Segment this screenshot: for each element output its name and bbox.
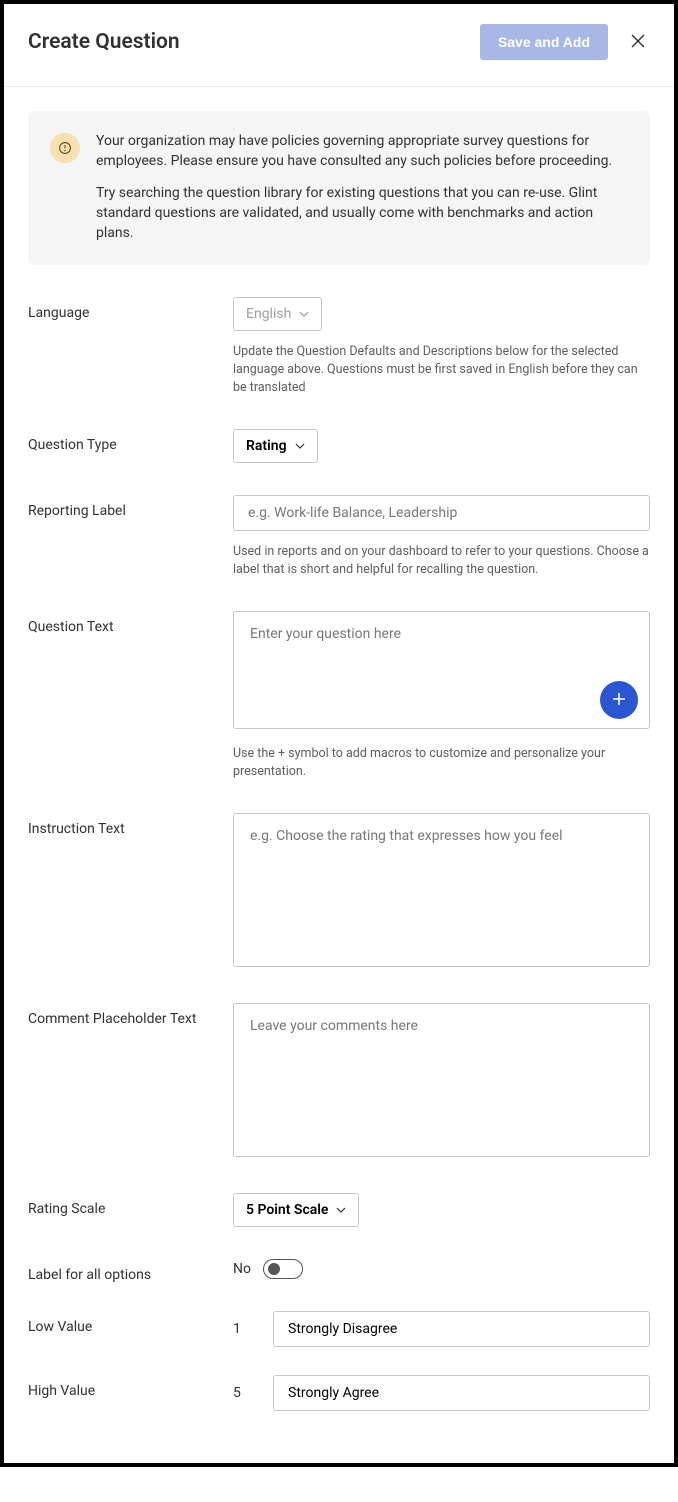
language-dropdown[interactable]: English [233, 297, 322, 331]
warning-icon [50, 133, 80, 163]
high-value-number: 5 [233, 1385, 245, 1401]
toggle-state-text: No [233, 1261, 251, 1277]
low-value-input[interactable] [273, 1311, 650, 1347]
label-low-value: Low Value [28, 1311, 233, 1335]
reporting-label-helper: Used in reports and on your dashboard to… [233, 543, 650, 579]
row-label-all-options: Label for all options No [28, 1259, 650, 1283]
label-language: Language [28, 297, 233, 321]
high-value-input[interactable] [273, 1375, 650, 1411]
label-rating-scale: Rating Scale [28, 1193, 233, 1217]
row-question-type: Question Type Rating [28, 429, 650, 463]
plus-icon [611, 691, 627, 710]
label-high-value: High Value [28, 1375, 233, 1399]
toggle-knob [268, 1263, 280, 1275]
dialog-header: Create Question Save and Add [4, 4, 674, 80]
question-text-helper: Use the + symbol to add macros to custom… [233, 745, 650, 781]
save-and-add-button[interactable]: Save and Add [480, 24, 608, 60]
row-high-value: High Value 5 [28, 1375, 650, 1411]
dialog-content: Your organization may have policies gove… [4, 87, 674, 1463]
label-question-type: Question Type [28, 429, 233, 453]
comment-placeholder-input[interactable] [233, 1003, 650, 1157]
row-rating-scale: Rating Scale 5 Point Scale [28, 1193, 650, 1227]
label-comment-placeholder: Comment Placeholder Text [28, 1003, 233, 1027]
notice-paragraph-2: Try searching the question library for e… [96, 183, 628, 243]
rating-scale-value: 5 Point Scale [246, 1202, 328, 1218]
question-text-input[interactable] [233, 611, 650, 729]
chevron-down-icon [336, 1205, 346, 1215]
row-instruction-text: Instruction Text [28, 813, 650, 971]
label-question-text: Question Text [28, 611, 233, 635]
instruction-text-input[interactable] [233, 813, 650, 967]
row-comment-placeholder: Comment Placeholder Text [28, 1003, 650, 1161]
notice-paragraph-1: Your organization may have policies gove… [96, 131, 628, 171]
row-low-value: Low Value 1 [28, 1311, 650, 1347]
language-helper: Update the Question Defaults and Descrip… [233, 343, 650, 397]
label-reporting-label: Reporting Label [28, 495, 233, 519]
language-value: English [246, 306, 291, 322]
notice-text: Your organization may have policies gove… [96, 131, 628, 243]
reporting-label-input[interactable] [233, 495, 650, 531]
question-type-dropdown[interactable]: Rating [233, 429, 318, 463]
question-type-value: Rating [246, 438, 287, 454]
low-value-number: 1 [233, 1321, 245, 1337]
row-question-text: Question Text Use the + symbol to add ma… [28, 611, 650, 781]
label-instruction-text: Instruction Text [28, 813, 233, 837]
close-icon [630, 33, 646, 52]
row-language: Language English Update the Question Def… [28, 297, 650, 397]
info-notice: Your organization may have policies gove… [28, 111, 650, 265]
dialog-title: Create Question [28, 30, 180, 54]
chevron-down-icon [299, 309, 309, 319]
row-reporting-label: Reporting Label Used in reports and on y… [28, 495, 650, 579]
label-all-options-toggle[interactable] [263, 1259, 303, 1279]
add-macro-button[interactable] [600, 681, 638, 719]
rating-scale-dropdown[interactable]: 5 Point Scale [233, 1193, 359, 1227]
label-label-all-options: Label for all options [28, 1259, 233, 1283]
chevron-down-icon [295, 441, 305, 451]
close-button[interactable] [626, 29, 650, 56]
header-actions: Save and Add [480, 24, 650, 60]
